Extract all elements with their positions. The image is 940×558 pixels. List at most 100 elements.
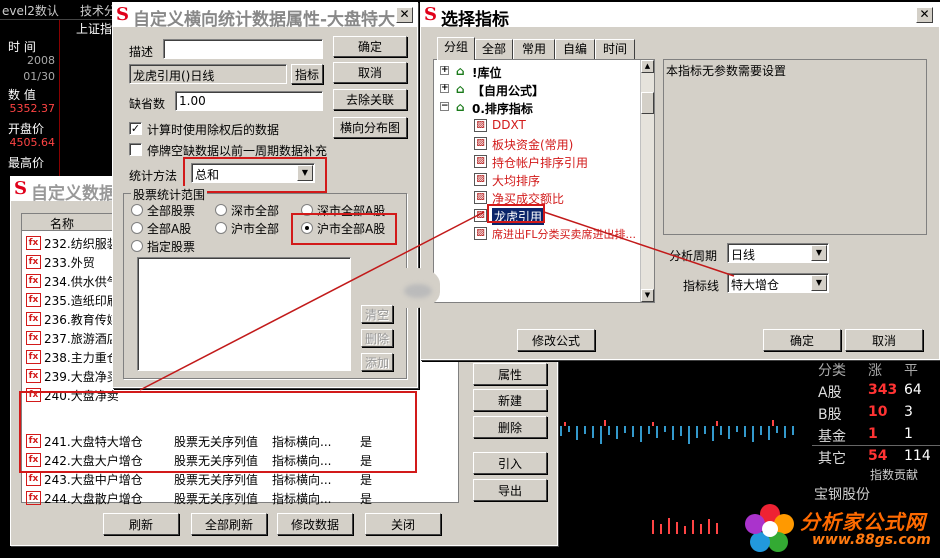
new-button[interactable]: 新建 bbox=[473, 389, 547, 411]
period-label: 分析周期 bbox=[669, 249, 718, 263]
tree-item[interactable]: ▨ DDXT bbox=[474, 118, 654, 134]
chevron-down-icon[interactable]: ▼ bbox=[811, 245, 827, 261]
cell: 1 bbox=[904, 426, 913, 442]
tab-all[interactable]: 全部 bbox=[475, 39, 513, 59]
radio-all-stocks[interactable] bbox=[131, 204, 143, 216]
tab-common[interactable]: 常用 bbox=[513, 39, 555, 59]
scroll-up-icon[interactable]: ▲ bbox=[641, 60, 654, 73]
item-name: 238.主力重仓 bbox=[44, 351, 119, 365]
radio-specified[interactable] bbox=[131, 240, 143, 252]
specified-stocks-list[interactable] bbox=[137, 257, 351, 371]
delete-button[interactable]: 删除 bbox=[473, 416, 547, 438]
collapse-icon[interactable]: − bbox=[440, 102, 449, 111]
line-label: 指标线 bbox=[683, 279, 720, 293]
line-value: 特大增仓 bbox=[731, 278, 780, 292]
close-button[interactable]: 关闭 bbox=[365, 513, 441, 535]
scroll-thumb[interactable] bbox=[641, 92, 654, 114]
tab-time[interactable]: 时间 bbox=[595, 39, 635, 59]
item-name: 236.教育传媒 bbox=[44, 313, 119, 327]
cancel-button[interactable]: 取消 bbox=[333, 62, 407, 83]
chart-icon: ▨ bbox=[474, 191, 487, 204]
import-button[interactable]: 引入 bbox=[473, 452, 547, 474]
tree-item[interactable]: ▨ 持仓帐户排序引用 bbox=[474, 154, 654, 170]
refresh-all-button[interactable]: 全部刷新 bbox=[191, 513, 267, 535]
toolbar-item-tech[interactable]: 技术分 bbox=[80, 2, 116, 19]
highlight-box-selected bbox=[487, 204, 545, 223]
watermark: 分析家公式网 www.88gs.com bbox=[742, 498, 940, 558]
formula-icon: fx bbox=[26, 331, 41, 345]
indicator-button[interactable]: 指标 bbox=[291, 64, 323, 84]
clear-button[interactable]: 清空 bbox=[361, 305, 393, 323]
export-button[interactable]: 导出 bbox=[473, 479, 547, 501]
scroll-down-icon[interactable]: ▼ bbox=[641, 289, 654, 302]
expand-icon[interactable]: + bbox=[440, 84, 449, 93]
expand-icon[interactable]: + bbox=[440, 66, 449, 75]
flower-logo-icon bbox=[745, 504, 794, 552]
tree-item-label: 板块资金(常用) bbox=[492, 138, 574, 152]
tree-group[interactable]: + ⌂ 【自用公式】 bbox=[440, 82, 640, 98]
default-input[interactable]: 1.00 bbox=[175, 91, 323, 111]
line-select[interactable]: 特大增仓 ▼ bbox=[727, 273, 829, 293]
toolbar-item-index[interactable]: 上证指 bbox=[76, 20, 112, 37]
close-icon[interactable]: ✕ bbox=[396, 7, 413, 23]
item-name: 239.大盘净买 bbox=[44, 370, 119, 384]
tree-group-label: 【自用公式】 bbox=[472, 84, 545, 98]
tab-group[interactable]: 分组 bbox=[437, 37, 475, 60]
modify-data-button[interactable]: 修改数据 bbox=[277, 513, 353, 535]
table-row[interactable]: fx 244.大盘散户增仓 股票无关序列值 指标横向... 是 bbox=[24, 489, 454, 507]
blur-patch-dark bbox=[404, 284, 432, 298]
desc-input[interactable] bbox=[163, 39, 323, 59]
close-icon[interactable]: ✕ bbox=[916, 7, 933, 23]
watermark-title: 分析家公式网 bbox=[800, 510, 926, 534]
tree-group[interactable]: + ⌂ !库位 bbox=[440, 64, 640, 80]
tab-custom[interactable]: 自编 bbox=[555, 39, 595, 59]
volume-bars-chart bbox=[560, 420, 794, 444]
house-icon: ⌂ bbox=[456, 100, 465, 114]
fill-missing-checkbox[interactable] bbox=[129, 143, 142, 156]
delete-stock-button[interactable]: 删除 bbox=[361, 329, 393, 347]
tree-item[interactable]: ▨ 席进出FL分类买卖席进出排... bbox=[474, 226, 654, 242]
stat-method-label: 统计方法 bbox=[129, 169, 178, 183]
modify-formula-button[interactable]: 修改公式 bbox=[517, 329, 595, 351]
tree-group[interactable]: − ⌂ 0.排序指标 bbox=[440, 100, 640, 116]
column-header-name[interactable]: 名称 bbox=[50, 215, 74, 232]
chevron-down-icon[interactable]: ▼ bbox=[811, 275, 827, 291]
toolbar-item-level2[interactable]: evel2数认 bbox=[2, 2, 59, 19]
formula-icon: fx bbox=[26, 312, 41, 326]
cell-type: 指标横向... bbox=[272, 492, 332, 506]
indicator-tree[interactable]: + ⌂ !库位 + ⌂ 【自用公式】 − ⌂ 0.排序指标 ▨ DDXT ▨ 板块资金(常用) … bbox=[433, 59, 655, 303]
use-adjusted-checkbox[interactable]: ✓ bbox=[129, 122, 142, 135]
radio-sh-all[interactable] bbox=[215, 222, 227, 234]
dialog-title: 选择指标 bbox=[441, 10, 509, 30]
distribution-chart-button[interactable]: 横向分布图 bbox=[333, 117, 407, 138]
formula-icon: fx bbox=[26, 369, 41, 383]
refresh-button[interactable]: 刷新 bbox=[103, 513, 179, 535]
index-contribution-tab[interactable]: 指数贡献 bbox=[870, 466, 918, 483]
radio-label: 全部股票 bbox=[147, 204, 196, 218]
tree-item-label: 大均排序 bbox=[492, 174, 541, 188]
formula-icon: fx bbox=[26, 350, 41, 364]
highlight-box-rows bbox=[19, 391, 417, 473]
cell: 10 bbox=[868, 404, 888, 420]
cancel-button[interactable]: 取消 bbox=[845, 329, 923, 351]
add-stock-button[interactable]: 添加 bbox=[361, 353, 393, 371]
use-adjusted-label: 计算时使用除权后的数据 bbox=[147, 123, 280, 137]
titlebar: S 自定义横向统计数据属性-大盘特大增仓 ✕ bbox=[113, 3, 417, 30]
table-row: 基金 1 1 bbox=[812, 424, 940, 446]
cell-name: 244.大盘散户增仓 bbox=[44, 492, 143, 506]
formula-icon: fx bbox=[26, 491, 41, 505]
tree-item[interactable]: ▨ 大均排序 bbox=[474, 172, 654, 188]
tree-scrollbar[interactable]: ▲ ▼ bbox=[640, 60, 654, 302]
properties-button[interactable]: 属性 bbox=[473, 363, 547, 385]
cell-seq: 股票无关序列值 bbox=[174, 473, 259, 487]
period-select[interactable]: 日线 ▼ bbox=[727, 243, 829, 263]
remove-link-button[interactable]: 去除关联 bbox=[333, 89, 407, 110]
radio-sz-all[interactable] bbox=[215, 204, 227, 216]
ok-button[interactable]: 确定 bbox=[333, 36, 407, 57]
item-name: 233.外贸 bbox=[44, 256, 95, 270]
formula-icon: fx bbox=[26, 255, 41, 269]
tree-item[interactable]: ▨ 板块资金(常用) bbox=[474, 136, 654, 152]
properties-dialog: S 自定义横向统计数据属性-大盘特大增仓 ✕ 描述 确定 龙虎引用()日线 指标… bbox=[112, 2, 418, 388]
ok-button[interactable]: 确定 bbox=[763, 329, 841, 351]
radio-all-a[interactable] bbox=[131, 222, 143, 234]
